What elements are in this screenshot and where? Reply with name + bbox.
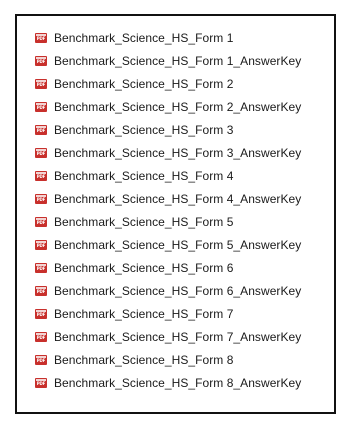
pdf-file-icon — [35, 170, 47, 181]
pdf-file-icon — [35, 239, 47, 250]
pdf-file-icon — [35, 331, 47, 342]
pdf-file-icon — [35, 377, 47, 388]
file-name: Benchmark_Science_HS_Form 8 — [54, 352, 234, 367]
file-name: Benchmark_Science_HS_Form 1 — [54, 30, 234, 45]
file-name: Benchmark_Science_HS_Form 8_AnswerKey — [54, 375, 302, 390]
pdf-file-icon — [35, 124, 47, 135]
file-name: Benchmark_Science_HS_Form 1_AnswerKey — [54, 53, 302, 68]
pdf-file-icon — [35, 193, 47, 204]
file-name: Benchmark_Science_HS_Form 2 — [54, 76, 234, 91]
file-item[interactable]: Benchmark_Science_HS_Form 6_AnswerKey — [17, 279, 334, 302]
file-name: Benchmark_Science_HS_Form 7_AnswerKey — [54, 329, 302, 344]
pdf-file-icon — [35, 308, 47, 319]
file-list: Benchmark_Science_HS_Form 1 Benchmark_Sc… — [17, 16, 334, 394]
pdf-file-icon — [35, 354, 47, 365]
pdf-file-icon — [35, 101, 47, 112]
file-list-panel: Benchmark_Science_HS_Form 1 Benchmark_Sc… — [15, 14, 336, 414]
file-item[interactable]: Benchmark_Science_HS_Form 7_AnswerKey — [17, 325, 334, 348]
file-item[interactable]: Benchmark_Science_HS_Form 4 — [17, 164, 334, 187]
file-item[interactable]: Benchmark_Science_HS_Form 2_AnswerKey — [17, 95, 334, 118]
pdf-file-icon — [35, 32, 47, 43]
file-item[interactable]: Benchmark_Science_HS_Form 8_AnswerKey — [17, 371, 334, 394]
file-name: Benchmark_Science_HS_Form 6_AnswerKey — [54, 283, 302, 298]
file-item[interactable]: Benchmark_Science_HS_Form 4_AnswerKey — [17, 187, 334, 210]
pdf-file-icon — [35, 262, 47, 273]
file-item[interactable]: Benchmark_Science_HS_Form 3 — [17, 118, 334, 141]
file-name: Benchmark_Science_HS_Form 5_AnswerKey — [54, 237, 302, 252]
file-item[interactable]: Benchmark_Science_HS_Form 6 — [17, 256, 334, 279]
pdf-file-icon — [35, 78, 47, 89]
pdf-file-icon — [35, 285, 47, 296]
file-item[interactable]: Benchmark_Science_HS_Form 7 — [17, 302, 334, 325]
file-name: Benchmark_Science_HS_Form 3 — [54, 122, 234, 137]
file-name: Benchmark_Science_HS_Form 6 — [54, 260, 234, 275]
file-name: Benchmark_Science_HS_Form 5 — [54, 214, 234, 229]
file-item[interactable]: Benchmark_Science_HS_Form 5 — [17, 210, 334, 233]
file-item[interactable]: Benchmark_Science_HS_Form 1_AnswerKey — [17, 49, 334, 72]
pdf-file-icon — [35, 216, 47, 227]
file-name: Benchmark_Science_HS_Form 3_AnswerKey — [54, 145, 302, 160]
file-item[interactable]: Benchmark_Science_HS_Form 5_AnswerKey — [17, 233, 334, 256]
file-item[interactable]: Benchmark_Science_HS_Form 8 — [17, 348, 334, 371]
file-name: Benchmark_Science_HS_Form 4 — [54, 168, 234, 183]
file-item[interactable]: Benchmark_Science_HS_Form 2 — [17, 72, 334, 95]
pdf-file-icon — [35, 147, 47, 158]
pdf-file-icon — [35, 55, 47, 66]
file-name: Benchmark_Science_HS_Form 7 — [54, 306, 234, 321]
file-name: Benchmark_Science_HS_Form 2_AnswerKey — [54, 99, 302, 114]
file-item[interactable]: Benchmark_Science_HS_Form 3_AnswerKey — [17, 141, 334, 164]
file-name: Benchmark_Science_HS_Form 4_AnswerKey — [54, 191, 302, 206]
file-item[interactable]: Benchmark_Science_HS_Form 1 — [17, 26, 334, 49]
